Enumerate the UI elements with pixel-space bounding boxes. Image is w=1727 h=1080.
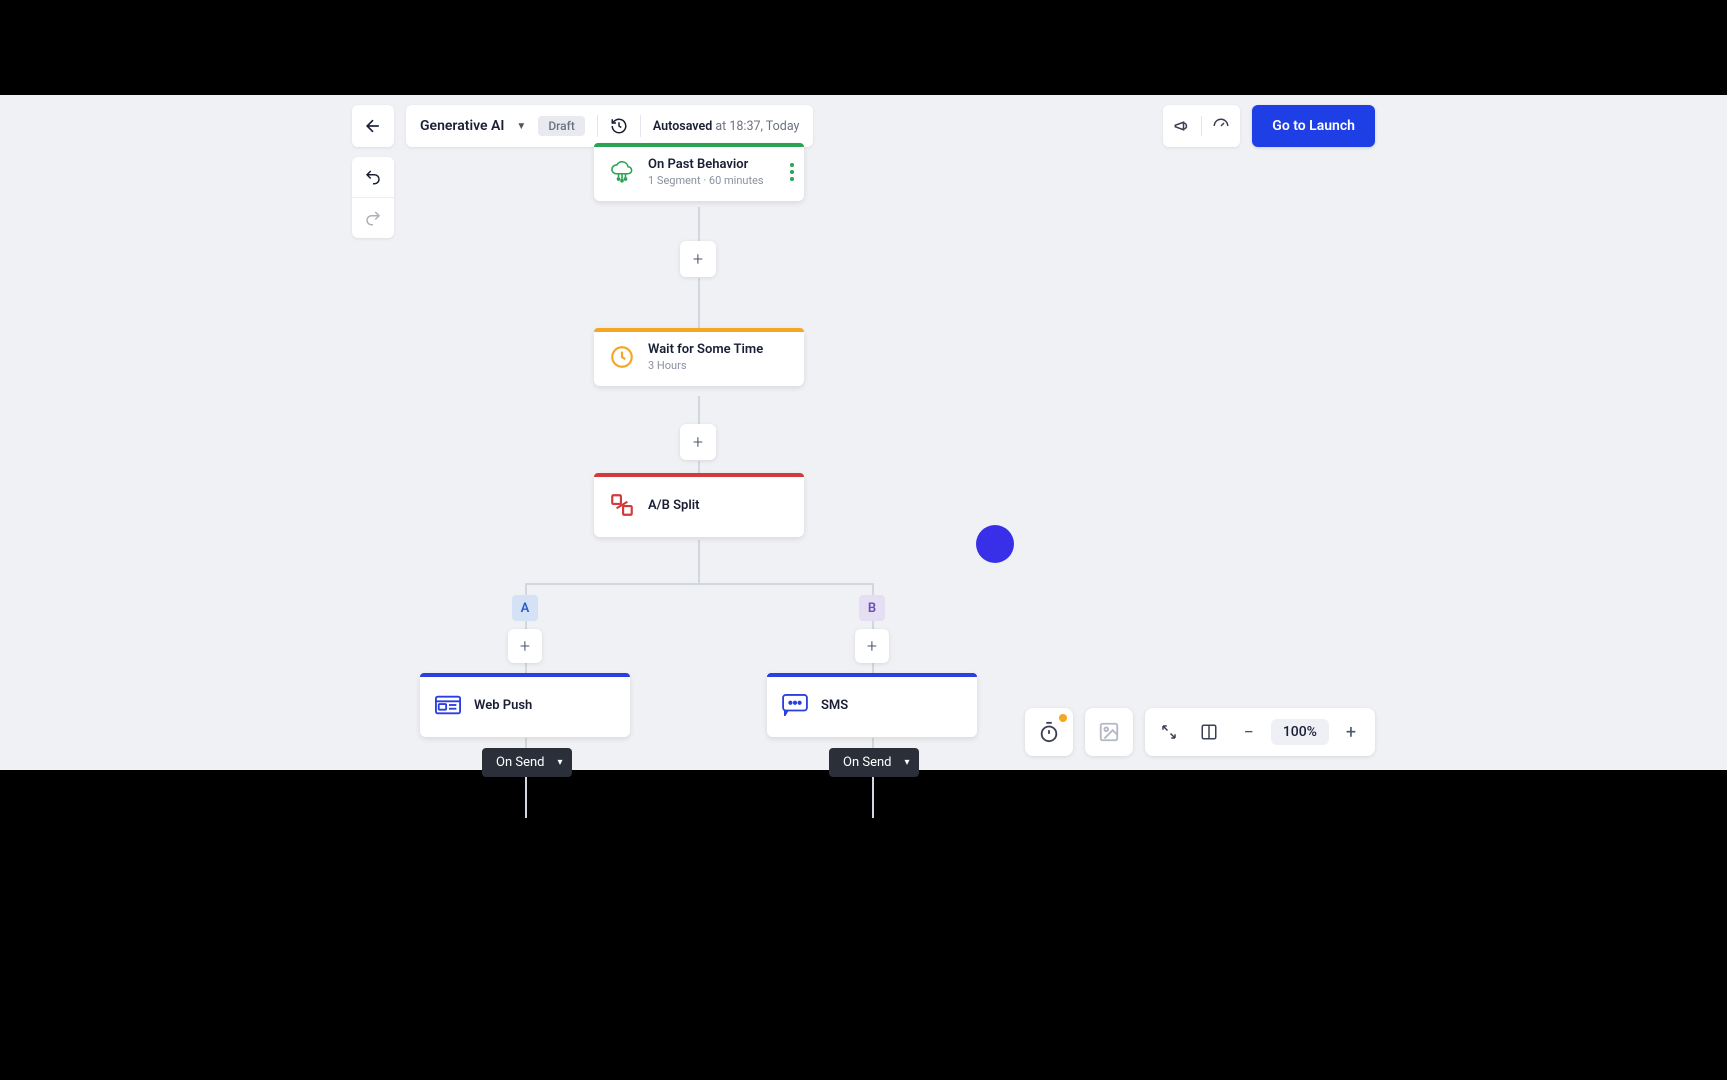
branch-label-a: A [512, 595, 538, 621]
node-accent [594, 473, 804, 477]
zoom-out-button[interactable]: − [1231, 714, 1267, 750]
autosave-status: Autosaved at 18:37, Today [653, 119, 800, 134]
history-icon[interactable] [610, 117, 628, 135]
connector-line [698, 207, 700, 241]
node-title: A/B Split [648, 498, 699, 513]
fit-screen-button[interactable] [1151, 714, 1187, 750]
arrow-left-icon [363, 116, 383, 136]
on-send-dropdown-a[interactable]: On Send [482, 748, 572, 777]
screenshot-button[interactable] [1085, 708, 1133, 756]
stopwatch-icon [1038, 721, 1060, 743]
node-ab-split[interactable]: A/B Split [594, 473, 804, 537]
node-wait[interactable]: Wait for Some Time 3 Hours [594, 328, 804, 386]
web-push-icon [434, 691, 462, 719]
timer-button[interactable] [1025, 708, 1073, 756]
node-past-behavior[interactable]: On Past Behavior 1 Segment · 60 minutes [594, 143, 804, 201]
journey-name[interactable]: Generative AI [420, 118, 504, 134]
connector-line [698, 461, 700, 473]
node-title: Web Push [474, 698, 532, 713]
zoom-in-button[interactable]: + [1333, 714, 1369, 750]
connector-line [698, 278, 700, 328]
chevron-down-icon[interactable]: ▼ [516, 121, 526, 132]
connector-line [698, 396, 700, 424]
preview-buttons [1163, 105, 1240, 147]
separator [640, 115, 641, 137]
add-step-button[interactable]: + [680, 241, 716, 277]
image-icon [1098, 721, 1120, 743]
clock-icon [608, 343, 636, 371]
node-sms[interactable]: SMS [767, 673, 977, 737]
gauge-icon[interactable] [1212, 117, 1230, 135]
cloud-behavior-icon [608, 158, 636, 186]
node-accent [594, 328, 804, 332]
node-title: SMS [821, 698, 848, 713]
go-to-launch-button[interactable]: Go to Launch [1252, 105, 1375, 147]
cursor-highlight [976, 525, 1014, 563]
branch-label-b: B [859, 595, 885, 621]
connector-line [698, 540, 700, 584]
add-step-button[interactable]: + [508, 629, 542, 663]
journey-titlebar: Generative AI ▼ Draft Autosaved at 18:37… [406, 105, 813, 147]
ab-split-icon [608, 491, 636, 519]
toolbar-right: Go to Launch [1163, 105, 1375, 147]
node-menu-button[interactable] [790, 163, 794, 181]
connector-line [525, 583, 872, 585]
on-send-dropdown-b[interactable]: On Send [829, 748, 919, 777]
add-step-button[interactable]: + [855, 629, 889, 663]
add-step-button[interactable]: + [680, 424, 716, 460]
node-title: Wait for Some Time [648, 342, 763, 357]
journey-canvas[interactable]: On Past Behavior 1 Segment · 60 minutes … [338, 143, 1389, 770]
separator [597, 115, 598, 137]
notification-dot [1059, 714, 1067, 722]
expand-icon [1160, 723, 1178, 741]
sms-icon [781, 691, 809, 719]
node-subtitle: 3 Hours [648, 359, 763, 372]
columns-icon [1200, 723, 1218, 741]
status-badge: Draft [538, 116, 585, 136]
node-accent [420, 673, 630, 677]
node-accent [767, 673, 977, 677]
back-button[interactable] [352, 105, 394, 147]
node-accent [594, 143, 804, 147]
zoom-toolbar: − 100% + [1025, 708, 1375, 756]
announcement-icon[interactable] [1173, 117, 1191, 135]
node-subtitle: 1 Segment · 60 minutes [648, 174, 764, 187]
layout-button[interactable] [1191, 714, 1227, 750]
node-web-push[interactable]: Web Push [420, 673, 630, 737]
zoom-level: 100% [1271, 719, 1329, 745]
node-title: On Past Behavior [648, 157, 764, 172]
